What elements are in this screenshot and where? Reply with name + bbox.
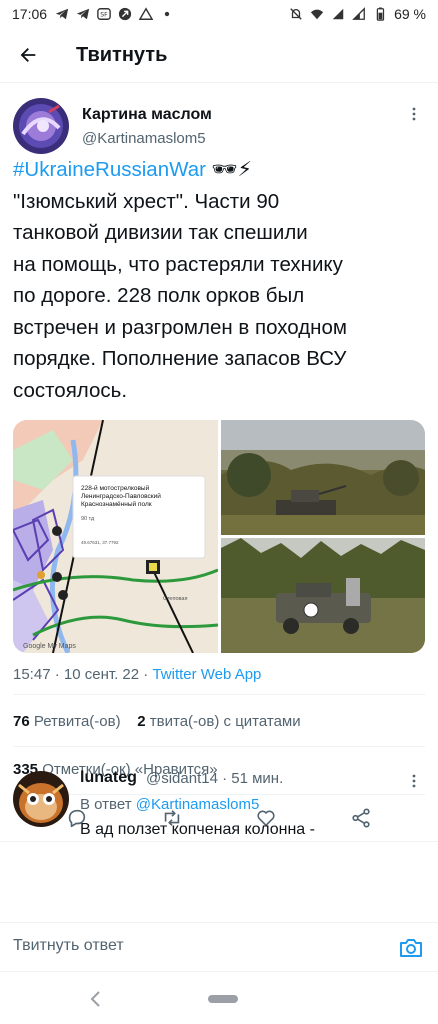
- photo-destroyed-vehicle-2[interactable]: [221, 538, 425, 653]
- tweet-meta: 15:47 · 10 сент. 22 · Twitter Web App: [13, 666, 262, 683]
- map-corner-label: Google My Maps: [23, 643, 76, 650]
- camera-button[interactable]: [398, 935, 424, 961]
- reply-text: В ад ползет копченая колонна -: [80, 821, 315, 838]
- dot-icon: [160, 7, 174, 21]
- tweet-time: 15:47: [13, 666, 51, 683]
- system-nav-bar: [0, 974, 438, 1024]
- system-back-button[interactable]: [88, 989, 104, 1009]
- tweet-text-line: танковой дивизии так спешили: [13, 221, 308, 244]
- reply-tweet[interactable]: lunateg @sidant14 · 51 мин. В ответ @Kar…: [0, 757, 438, 877]
- reply-to-handle-link[interactable]: @Kartinamaslom5: [136, 796, 260, 813]
- reply-handle-time[interactable]: @sidant14 · 51 мин.: [146, 770, 283, 787]
- status-bar: 17:06 SF 69 %: [0, 0, 438, 28]
- quotes-count: 2: [137, 713, 146, 730]
- status-time: 17:06: [12, 6, 48, 22]
- wifi-icon: [310, 7, 324, 21]
- mute-icon: [289, 7, 303, 21]
- retweets-label: Ретвита(-ов): [33, 713, 121, 730]
- back-button[interactable]: [0, 28, 56, 83]
- signal-icon: [352, 7, 366, 21]
- map-popup-detail: 90 тд: [81, 516, 95, 522]
- tweet-text-line: состоялось.: [13, 378, 128, 402]
- telegram-icon: [76, 7, 90, 21]
- tweet-text-line: "Ізюмський хрест". Части 90: [13, 189, 280, 213]
- badge-icon: SF: [97, 7, 111, 21]
- quotes-label: твита(-ов) с цитатами: [149, 713, 301, 730]
- more-vertical-icon: [412, 107, 416, 121]
- tweet-text-line: на помощь, что растеряли технику: [13, 252, 343, 276]
- hashtag-link[interactable]: #UkraineRussianWar: [13, 158, 206, 181]
- reply-input[interactable]: Твитнуть ответ: [13, 937, 124, 955]
- map-popup-coords: 49.67631, 37.7792: [81, 540, 119, 545]
- app-icon: [118, 7, 132, 21]
- battery-percent: 69 %: [394, 6, 426, 22]
- tweet-text-line: встречен и разгромлен в походном: [13, 315, 347, 339]
- map-image[interactable]: 228-й мотострелковый Ленинградско-Павлов…: [13, 420, 219, 653]
- tweet-media: 228-й мотострелковый Ленинградско-Павлов…: [13, 420, 425, 653]
- more-vertical-icon: [412, 774, 416, 788]
- app-header: Твитнуть: [0, 28, 438, 83]
- tweet: Картина маслом @Kartinamaslom5 #UkraineR…: [0, 84, 438, 842]
- map-popup-line1: 228-й мотострелковый: [81, 484, 150, 492]
- retweets-count: 76: [13, 713, 30, 730]
- author-avatar[interactable]: [13, 98, 69, 154]
- author-name[interactable]: Картина маслом: [82, 106, 212, 124]
- chevron-left-icon: [90, 991, 100, 1007]
- author-handle[interactable]: @Kartinamaslom5: [82, 130, 206, 147]
- photo-destroyed-vehicle-1[interactable]: [221, 420, 425, 535]
- page-title: Твитнуть: [76, 43, 168, 66]
- tweet-date: 10 сент. 22: [63, 666, 140, 683]
- telegram-icon: [55, 7, 69, 21]
- hashtag-emoji: 🕶⚡: [211, 158, 253, 181]
- reply-more-button[interactable]: [406, 773, 422, 789]
- svg-text:SF: SF: [100, 12, 108, 19]
- reply-author-name[interactable]: lunateg: [80, 769, 137, 787]
- reply-to-prefix: В ответ: [80, 796, 136, 813]
- retweet-stats[interactable]: 76 Ретвита(-ов) 2 твита(-ов) с цитатами: [13, 713, 301, 730]
- tweet-header: Картина маслом @Kartinamaslom5: [0, 84, 438, 154]
- map-place-label: Степовая: [163, 596, 187, 602]
- battery-icon: [373, 7, 387, 21]
- tweet-source-link[interactable]: Twitter Web App: [152, 666, 261, 683]
- arrow-left-icon: [20, 48, 36, 62]
- map-popup-line3: Краснознамённый полк: [81, 500, 152, 508]
- divider: [13, 746, 425, 747]
- tweet-text-line: порядке. Пополнение запасов ВСУ: [13, 347, 347, 370]
- system-home-pill[interactable]: [208, 995, 238, 1003]
- divider: [13, 694, 425, 695]
- signal-icon: [331, 7, 345, 21]
- camera-icon: [400, 939, 422, 957]
- compose-reply-bar[interactable]: Твитнуть ответ: [0, 922, 438, 972]
- tweet-text-line: по дороге. 228 полк орков был: [13, 284, 305, 307]
- map-popup-line2: Ленинградско-Павловский: [81, 492, 161, 500]
- tweet-text: #UkraineRussianWar 🕶⚡ "Ізюмський хрест".…: [13, 154, 428, 406]
- reply-to-line: В ответ @Kartinamaslom5: [80, 796, 259, 813]
- reply-avatar[interactable]: [13, 771, 69, 827]
- triangle-icon: [139, 7, 154, 21]
- more-options-button[interactable]: [406, 106, 422, 122]
